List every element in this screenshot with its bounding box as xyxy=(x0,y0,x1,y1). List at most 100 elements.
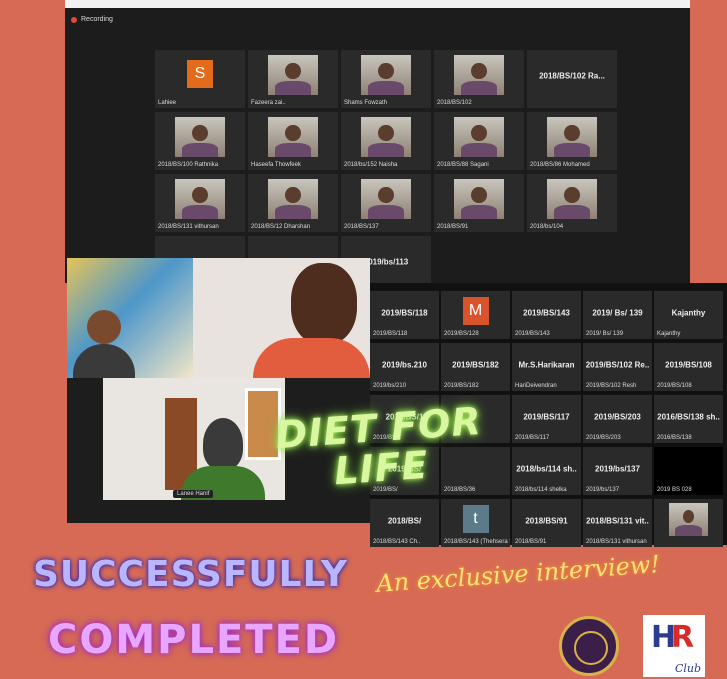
headline-successfully: SUCCESSFULLY xyxy=(33,554,348,595)
participant-tile[interactable]: Mr.S.Harikaran HariDeivendran xyxy=(512,343,581,391)
participant-tile[interactable]: 2019/BS/102 Re.. 2019/BS/102 Resh xyxy=(583,343,652,391)
participant-tile[interactable]: 2018/bs/152 Naisha xyxy=(341,112,431,170)
participant-label: 2019/bs/210 xyxy=(373,383,407,389)
participant-name: 2019/BS/102 Re.. xyxy=(585,360,650,370)
participant-label: Shams Fowzath xyxy=(344,100,388,106)
participant-tile[interactable]: 2018/BS/100 Rathnika xyxy=(155,112,245,170)
record-dot-icon xyxy=(71,16,77,23)
participant-tile[interactable]: 2019/BS/203 2019/BS/203 xyxy=(583,395,652,443)
participant-name: Mr.S.Harikaran xyxy=(518,360,575,370)
participant-tile[interactable]: 2018/BS/86 Mohamed xyxy=(527,112,617,170)
participant-tile[interactable]: 2019/BS/118 2019/BS/118 xyxy=(370,291,439,339)
participant-label: 2019/BS/143 xyxy=(515,331,550,337)
participant-label: 2018/BS/36 xyxy=(444,487,476,493)
participant-tile[interactable]: 2018/BS/2018/BS/143 Ch.. xyxy=(370,499,439,547)
participant-name: 2019/BS/143 xyxy=(523,308,570,318)
participant-label: 2019/BS/102 Resh xyxy=(586,383,637,389)
participant-tile[interactable]: 2018/bs/114 sh.. 2018/bs/114 shelka xyxy=(512,447,581,495)
participant-name: 2018/bs/114 sh.. xyxy=(516,464,577,474)
event-title: DIET FOR LIFE xyxy=(274,398,484,494)
participant-label: 2019/BS/108 xyxy=(657,383,692,389)
participant-tile[interactable]: 2019/BS/182 2019/BS/182 xyxy=(441,343,510,391)
participant-label: 2018/BS/12 Dharshan xyxy=(251,224,311,230)
participant-label: 2018/BS/143 (Thehsera fia.. xyxy=(444,539,510,545)
participant-name: 2019/BS/203 xyxy=(594,412,641,422)
participant-label: 2018/BS/102 xyxy=(437,100,472,106)
participant-name: 2018/BS/ xyxy=(387,516,422,526)
participant-label: 2018/BS/131 vithursan xyxy=(586,539,647,545)
participant-label: 2018/BS/91 xyxy=(515,539,547,545)
participant-tile[interactable]: M 2019/BS/128 xyxy=(441,291,510,339)
participant-label: 2018/BS/131 vithursan xyxy=(158,224,219,230)
recording-label: Recording xyxy=(81,16,113,23)
participant-tile[interactable]: 2019 BS 028 xyxy=(654,447,723,495)
headline-completed: COMPLETED xyxy=(48,617,340,663)
participant-video-woman xyxy=(193,258,370,378)
participant-tile[interactable]: 2019/ Bs/ 139 2019/ Bs/ 139 xyxy=(583,291,652,339)
participant-tile[interactable]: 2018/BS/91 xyxy=(434,174,524,232)
participant-tile[interactable]: Fazeera zai.. xyxy=(248,50,338,108)
participant-tile[interactable]: 2019/BS/143 2019/BS/143 xyxy=(512,291,581,339)
participant-label: 2018/BS/86 Mohamed xyxy=(530,162,590,168)
participant-name: 2016/BS/138 sh.. xyxy=(657,412,720,422)
participant-label: 2018/bs/114 shelka xyxy=(515,487,567,493)
participant-name: 2018/BS/102 Ra... xyxy=(539,71,605,81)
participant-label: 2018/BS/100 Rathnika xyxy=(158,162,219,168)
participant-tile[interactable]: 2018/BS/131 vit.. 2018/BS/131 vithursan xyxy=(583,499,652,547)
participant-name: 2019/BS/108 xyxy=(665,360,712,370)
participant-label: 2016/BS/138 xyxy=(657,435,692,441)
participant-tile[interactable]: t 2018/BS/143 (Thehsera fia.. xyxy=(441,499,510,547)
participant-label: Haseefa Thowfeek xyxy=(251,162,301,168)
participant-tile[interactable]: 2018/BS/131 vithursan xyxy=(155,174,245,232)
participant-tile[interactable]: 2019/bs/137 2019/bs/137 xyxy=(583,447,652,495)
recording-indicator: Recording xyxy=(71,16,113,23)
logo-club: Club xyxy=(674,662,701,675)
participant-tile[interactable]: Shams Fowzath xyxy=(341,50,431,108)
participant-label: 2019/BS/182 xyxy=(444,383,479,389)
participant-avatar: M xyxy=(462,297,489,326)
video-gallery-background xyxy=(67,378,103,523)
participant-tile[interactable]: 2016/BS/138 sh.. 2016/BS/138 xyxy=(654,395,723,443)
participant-tile[interactable]: S Lahiee xyxy=(155,50,245,108)
participant-name: 2018/BS/131 vit.. xyxy=(586,516,649,526)
participant-label: Lahiee xyxy=(158,100,177,106)
hr-club-logo: H R Club xyxy=(643,615,705,677)
participant-video-man xyxy=(67,258,193,378)
participant-name: Kajanthy xyxy=(671,308,706,318)
participant-tile[interactable] xyxy=(654,499,723,547)
participant-tile[interactable]: Haseefa Thowfeek xyxy=(248,112,338,170)
participant-name: 2019/BS/182 xyxy=(452,360,499,370)
participant-tile[interactable]: 2018/BS/137 xyxy=(341,174,431,232)
university-logo xyxy=(559,616,619,676)
participant-label: 2018/bs/104 xyxy=(530,224,564,230)
participant-tile[interactable]: 2019/bs.210 2019/bs/210 xyxy=(370,343,439,391)
participant-label: HariDeivendran xyxy=(515,383,557,389)
participant-tile[interactable]: 2018/BS/91 2018/BS/91 xyxy=(512,499,581,547)
participant-name: 2019/bs.210 xyxy=(382,360,427,370)
participant-label: 2018/BS/88 Sagani xyxy=(437,162,489,168)
participant-tile[interactable]: 2019/BS/108 2019/BS/108 xyxy=(654,343,723,391)
participant-label: 2019 BS 028 xyxy=(657,487,692,493)
participant-label: 2018/BS/143 Ch.. xyxy=(373,539,421,545)
participant-name: 2019/BS/118 xyxy=(381,308,428,318)
meeting-screenshot-1: Recording S Lahiee Fazeera zai.. Shams Fowz… xyxy=(65,8,690,294)
participant-tile[interactable]: 2018/BS/102 Ra... xyxy=(527,50,617,108)
participant-label: 2019/BS/128 xyxy=(444,331,479,337)
window-titlebar xyxy=(65,0,690,8)
participant-label: 2018/bs/152 Naisha xyxy=(344,162,398,168)
participant-name: 2018/BS/91 xyxy=(525,516,568,526)
participant-tile[interactable]: 2018/BS/102 xyxy=(434,50,524,108)
participant-tile[interactable]: 2018/BS/12 Dharshan xyxy=(248,174,338,232)
participant-label: 2019/bs/137 xyxy=(586,487,620,493)
participant-tile[interactable]: 2018/BS/88 Sagani xyxy=(434,112,524,170)
participant-label: 2019/BS/117 xyxy=(515,435,550,441)
participant-tile[interactable]: Kajanthy Kajanthy xyxy=(654,291,723,339)
participant-tile[interactable]: 2019/BS/117 2019/BS/117 xyxy=(512,395,581,443)
participant-label: Fazeera zai.. xyxy=(251,100,286,106)
participant-tile[interactable]: 2018/bs/104 xyxy=(527,174,617,232)
participant-avatar: t xyxy=(462,505,489,534)
speaker-video: Lanee Hanif xyxy=(103,378,285,500)
participant-avatar: S xyxy=(187,60,213,89)
participant-label: Kajanthy xyxy=(657,331,681,337)
participant-label: 2019/BS/118 xyxy=(373,331,408,337)
